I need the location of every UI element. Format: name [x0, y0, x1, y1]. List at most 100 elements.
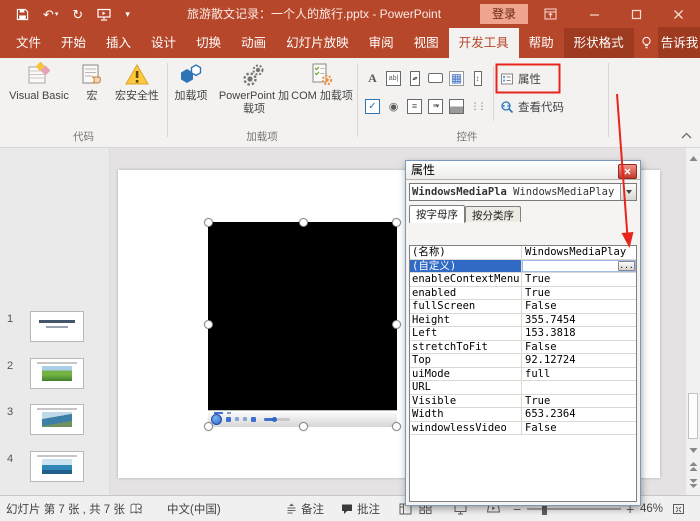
property-row[interactable]: Left153.3818 — [410, 327, 636, 341]
previous-slide-icon[interactable] — [688, 461, 699, 475]
ribbon-tab-file[interactable]: 文件 — [6, 28, 51, 58]
view-code-button[interactable]: 查看代码 — [500, 96, 564, 118]
media-previous-icon[interactable] — [235, 417, 239, 421]
close-icon[interactable] — [662, 0, 694, 28]
resize-handle-top-right[interactable] — [392, 218, 401, 227]
macro-security-button[interactable]: 宏安全性 — [110, 62, 164, 103]
sign-in-button[interactable]: 登录 — [480, 4, 528, 24]
resize-handle-bottom-left[interactable] — [204, 422, 213, 431]
ribbon-tab-active[interactable]: 开发工具 — [449, 28, 519, 58]
property-value[interactable]: ... — [522, 260, 636, 273]
chevron-down-icon[interactable] — [620, 184, 636, 200]
property-value[interactable]: True — [522, 287, 636, 300]
object-selector-dropdown[interactable]: WindowsMediaPla WindowsMediaPlay — [409, 183, 637, 201]
property-row[interactable]: URL — [410, 381, 636, 395]
property-value[interactable]: full — [522, 368, 636, 381]
toggle-button-control-icon[interactable] — [449, 99, 464, 114]
media-seek-bar[interactable] — [214, 412, 223, 414]
spin-button-control-icon[interactable]: ▴▾ — [410, 71, 420, 86]
property-name[interactable]: (名称) — [410, 246, 522, 259]
property-row[interactable]: (自定义)... — [410, 260, 636, 274]
collapse-ribbon-icon[interactable] — [681, 128, 692, 142]
maximize-icon[interactable] — [620, 0, 652, 28]
resize-handle-middle-right[interactable] — [392, 320, 401, 329]
comments-button[interactable]: 批注 — [341, 496, 380, 521]
command-button-control-icon[interactable] — [428, 73, 443, 83]
customize-qat-icon[interactable]: ▾ — [125, 10, 130, 19]
image-control-icon[interactable]: ▦ — [449, 71, 464, 86]
property-name[interactable]: URL — [410, 381, 522, 394]
slide-thumbnail-preview[interactable] — [30, 311, 84, 342]
property-value[interactable]: False — [522, 341, 636, 354]
resize-handle-middle-left[interactable] — [204, 320, 213, 329]
media-video-area[interactable] — [208, 222, 397, 410]
resize-handle-top-middle[interactable] — [299, 218, 308, 227]
properties-close-icon[interactable] — [618, 164, 637, 179]
scroll-bar-control-icon[interactable]: ↕ — [474, 71, 482, 86]
property-row[interactable]: fullScreenFalse — [410, 300, 636, 314]
property-row[interactable]: enableContextMenuTrue — [410, 273, 636, 287]
save-icon[interactable] — [16, 8, 29, 21]
resize-handle-bottom-right[interactable] — [392, 422, 401, 431]
property-value[interactable]: 355.7454 — [522, 314, 636, 327]
property-name[interactable]: Height — [410, 314, 522, 327]
slide-thumbnail-2[interactable]: 2 — [0, 358, 110, 398]
ribbon-tab-10[interactable]: 帮助 — [519, 28, 564, 58]
list-box-control-icon[interactable]: ≡ — [407, 99, 422, 114]
property-row[interactable]: VisibleTrue — [410, 395, 636, 409]
property-value[interactable]: WindowsMediaPlay — [522, 246, 636, 259]
tab-categorized[interactable]: 按分类序 — [465, 206, 521, 222]
ribbon-tab-7[interactable]: 审阅 — [359, 28, 404, 58]
property-name[interactable]: windowlessVideo — [410, 422, 522, 435]
property-name[interactable]: Top — [410, 354, 522, 367]
property-value[interactable]: 153.3818 — [522, 327, 636, 340]
combo-box-control-icon[interactable]: ≡▾ — [428, 99, 443, 114]
property-name[interactable]: enabled — [410, 287, 522, 300]
property-value[interactable]: True — [522, 395, 636, 408]
ribbon-tab-1[interactable]: 开始 — [51, 28, 96, 58]
property-row[interactable]: enabledTrue — [410, 287, 636, 301]
property-value[interactable]: False — [522, 300, 636, 313]
redo-icon[interactable]: ↻ — [72, 8, 83, 21]
media-stop-icon[interactable] — [226, 417, 231, 422]
visual-basic-button[interactable]: Visual Basic — [6, 62, 72, 103]
slide-thumbnail-4[interactable]: 4 — [0, 451, 110, 491]
scroll-down-icon[interactable] — [688, 443, 699, 457]
slide-number-indicator[interactable]: 幻灯片 第 7 张 , 共 7 张 — [6, 496, 125, 521]
add-ins-button[interactable]: 加载项 — [172, 62, 210, 103]
media-volume-slider[interactable] — [264, 418, 290, 421]
ribbon-tab-4[interactable]: 切换 — [186, 28, 231, 58]
slide-thumbnail-preview[interactable] — [30, 404, 84, 435]
ribbon-tab-8[interactable]: 视图 — [404, 28, 449, 58]
ribbon-tab-contextual[interactable]: 形状格式 — [564, 28, 634, 58]
property-row[interactable]: uiModefull — [410, 368, 636, 382]
slide-thumbnail-preview[interactable] — [30, 451, 84, 482]
zoom-level[interactable]: 46% — [640, 496, 663, 521]
minimize-icon[interactable] — [578, 0, 610, 28]
ribbon-tab-2[interactable]: 插入 — [96, 28, 141, 58]
option-button-control-icon[interactable]: ◉ — [386, 99, 401, 114]
spell-check-icon[interactable] — [130, 496, 143, 521]
language-indicator[interactable]: 中文(中国) — [167, 496, 221, 521]
properties-button[interactable]: 属性 — [500, 68, 541, 90]
notes-button[interactable]: 备注 — [286, 496, 324, 521]
property-row[interactable]: Width653.2364 — [410, 408, 636, 422]
property-row[interactable]: Top92.12724 — [410, 354, 636, 368]
property-value[interactable]: False — [522, 422, 636, 435]
windows-media-player-object[interactable] — [208, 222, 397, 427]
property-name[interactable]: (自定义) — [410, 260, 522, 273]
ribbon-tab-5[interactable]: 动画 — [231, 28, 276, 58]
property-name[interactable]: enableContextMenu — [410, 273, 522, 286]
property-row[interactable]: windowlessVideoFalse — [410, 422, 636, 436]
more-controls-control-icon[interactable]: ⋮⋮ — [470, 99, 485, 114]
property-row[interactable]: (名称)WindowsMediaPlay — [410, 246, 636, 260]
property-name[interactable]: Left — [410, 327, 522, 340]
properties-window-titlebar[interactable]: 属性 — [406, 161, 640, 180]
slideshow-from-start-icon[interactable] — [97, 8, 111, 21]
property-name[interactable]: Width — [410, 408, 522, 421]
property-value[interactable] — [522, 381, 636, 394]
com-add-ins-button[interactable]: COM 加载项 — [288, 62, 356, 103]
slide-thumbnail-1[interactable]: 1 — [0, 311, 110, 351]
ribbon-display-options-icon[interactable] — [534, 0, 566, 28]
property-value[interactable]: 92.12724 — [522, 354, 636, 367]
